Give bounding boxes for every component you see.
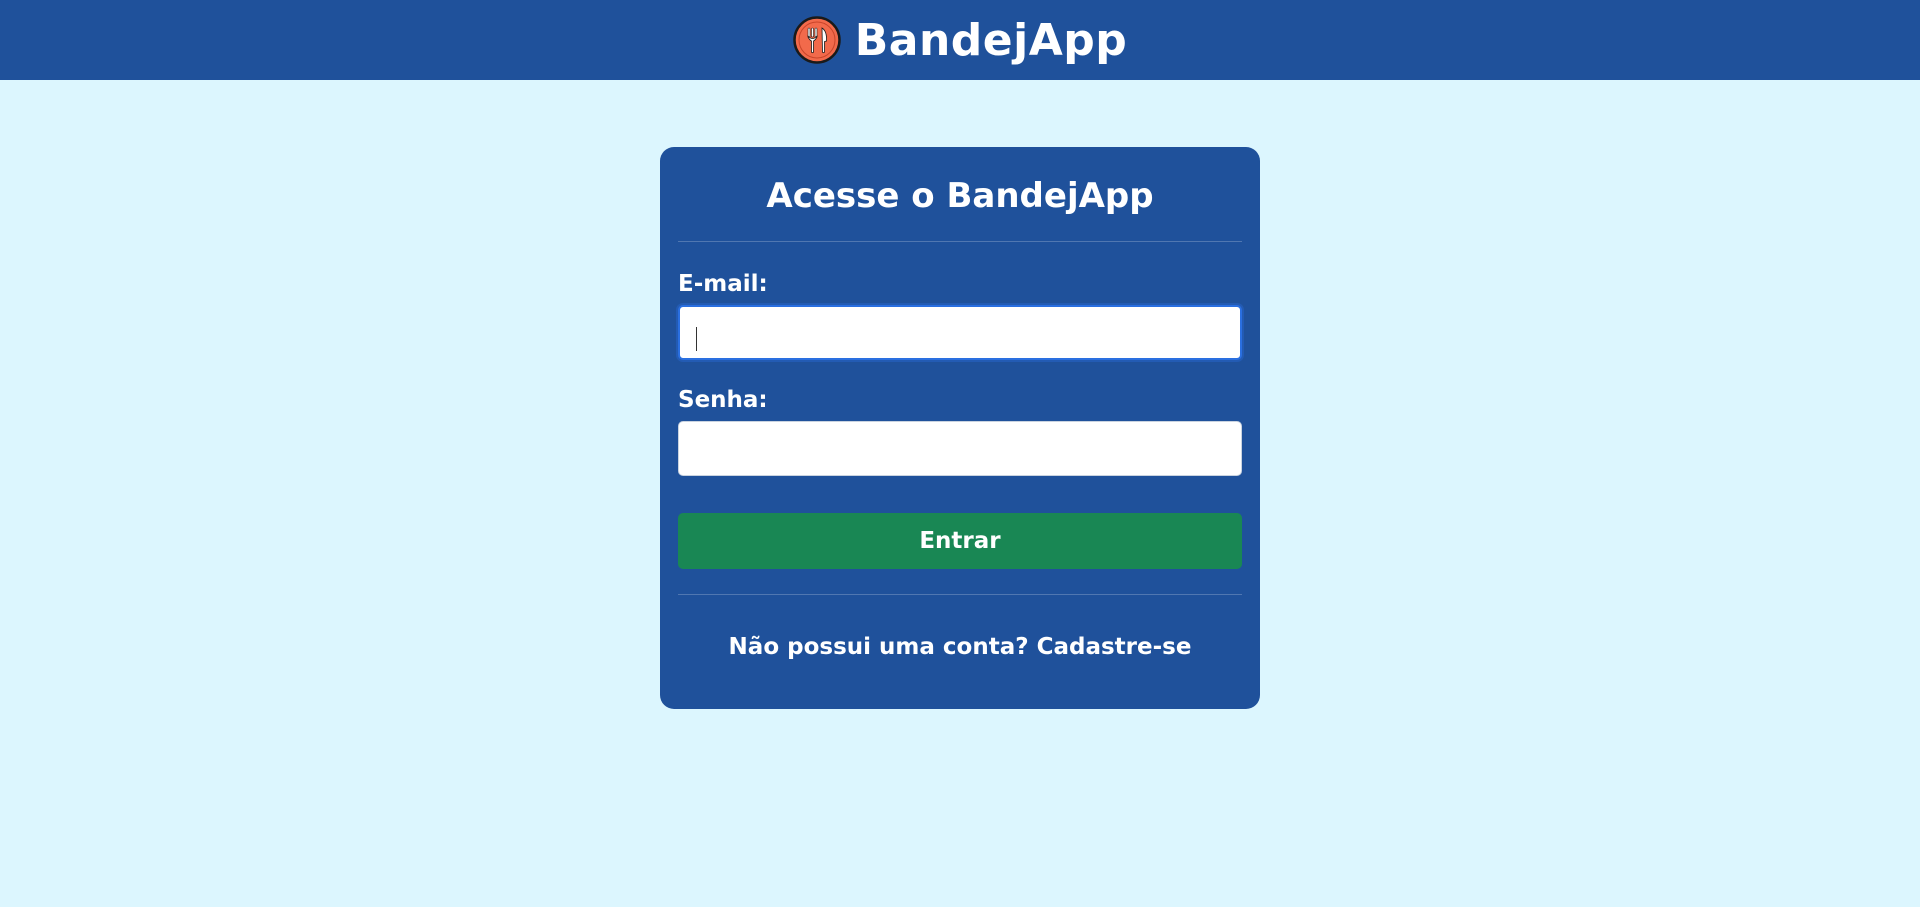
login-button[interactable]: Entrar [678, 513, 1242, 569]
text-cursor [696, 327, 697, 351]
email-field-wrapper [678, 305, 1242, 360]
signup-link[interactable]: Cadastre-se [1037, 634, 1192, 660]
brand: BandejApp [792, 14, 1128, 66]
password-label: Senha: [678, 387, 768, 413]
title-divider [678, 241, 1242, 242]
footer-divider [678, 594, 1242, 595]
fork-knife-icon [792, 16, 841, 64]
login-card: Acesse o BandejApp E-mail: Senha: Entrar… [660, 147, 1260, 709]
email-label: E-mail: [678, 271, 768, 297]
email-field[interactable] [678, 305, 1242, 360]
login-title: Acesse o BandejApp [766, 176, 1154, 216]
password-field[interactable] [678, 421, 1242, 476]
app-title: BandejApp [854, 14, 1128, 66]
signup-prompt: Não possui uma conta? [728, 634, 1037, 660]
top-header: BandejApp [0, 0, 1920, 80]
signup-text: Não possui uma conta? Cadastre-se [678, 633, 1242, 661]
